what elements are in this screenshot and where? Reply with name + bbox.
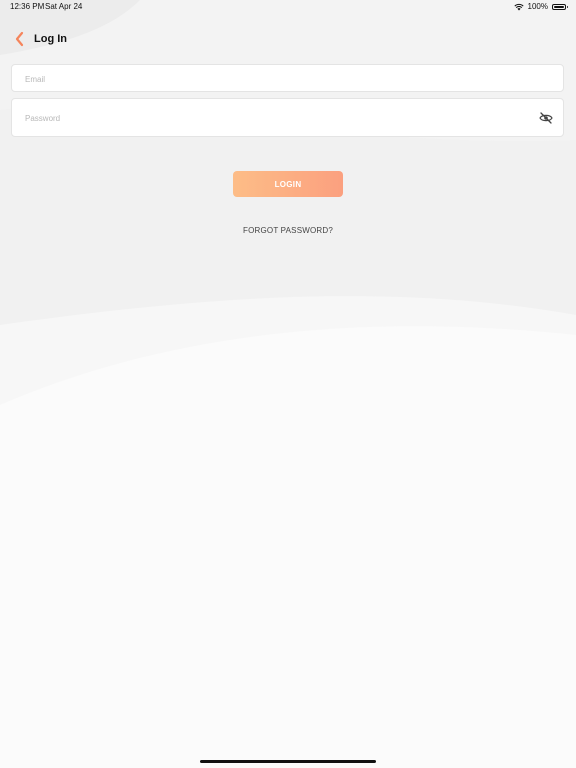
eye-slash-icon[interactable] xyxy=(539,112,553,124)
status-date: Sat Apr 24 xyxy=(45,2,83,11)
login-button[interactable]: LOGIN xyxy=(233,171,343,197)
chevron-left-icon xyxy=(15,31,24,47)
password-input[interactable] xyxy=(23,99,527,138)
navigation-bar: Log In xyxy=(0,28,576,52)
battery-icon xyxy=(552,3,568,10)
status-bar: 12:36 PM Sat Apr 24 100% xyxy=(0,0,576,14)
password-field[interactable] xyxy=(11,98,564,138)
home-indicator xyxy=(200,760,376,763)
forgot-password-link[interactable]: FORGOT PASSWORD? xyxy=(0,226,576,235)
battery-percent: 100% xyxy=(527,2,548,11)
wifi-icon xyxy=(513,3,524,10)
status-indicators: 100% xyxy=(513,2,568,11)
email-input[interactable] xyxy=(23,65,527,93)
email-field[interactable] xyxy=(11,64,564,93)
status-time: 12:36 PM xyxy=(10,2,45,11)
back-button[interactable] xyxy=(12,30,28,48)
page-title: Log In xyxy=(34,33,67,45)
